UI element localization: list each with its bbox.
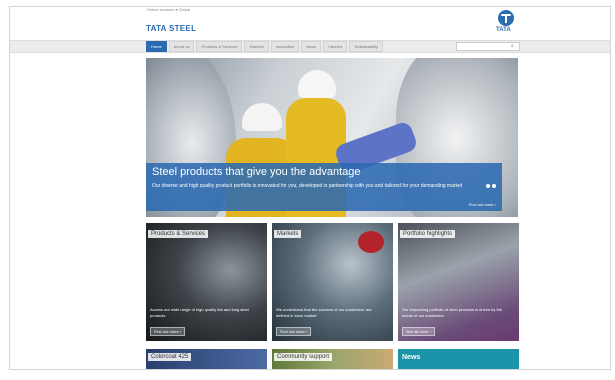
nav-item-careers[interactable]: Careers: [323, 41, 348, 52]
tata-logo-word: TATA: [496, 27, 511, 33]
tile-label: Community support: [274, 353, 333, 361]
tile-button[interactable]: Find out more ›: [276, 327, 312, 336]
tile-text: We understand that the success of our cu…: [276, 307, 372, 318]
tile-button[interactable]: Find out more ›: [150, 327, 186, 336]
tile-products-services[interactable]: Products & Services Access our wide rang…: [146, 223, 267, 341]
tata-logo-icon[interactable]: [498, 10, 514, 26]
search-icon[interactable]: ⌕: [511, 43, 514, 49]
tile-text: Our expanding portfolio of steel product…: [402, 307, 503, 318]
tile-label: Portfolio highlights: [400, 230, 456, 238]
nav-item-markets[interactable]: Markets: [244, 41, 269, 52]
top-links[interactable]: Online services ▾ Global: [147, 7, 190, 12]
tile-button[interactable]: See all more ›: [402, 327, 435, 336]
nav-item-news[interactable]: News: [301, 41, 322, 52]
browser-page: Online services ▾ Global TATA STEEL TATA…: [9, 6, 611, 370]
tile-news[interactable]: News: [398, 349, 519, 369]
tile-text: Access our wide range of high quality fl…: [150, 307, 249, 318]
car-image: [358, 231, 384, 253]
hero-caption: Steel products that give you the advanta…: [146, 163, 502, 211]
tile-portfolio-highlights[interactable]: Portfolio highlights Our expanding portf…: [398, 223, 519, 341]
hero-body: Our diverse and high quality product por…: [152, 183, 463, 189]
nav-item-products-services[interactable]: Products & Services: [196, 41, 243, 52]
tile-markets[interactable]: Markets We understand that the success o…: [272, 223, 393, 341]
hard-hat-image: [242, 103, 282, 131]
tile-colorcoat[interactable]: Colorcoat 425: [146, 349, 267, 369]
brand-logo[interactable]: TATA STEEL: [146, 24, 196, 33]
nav-item-about-us[interactable]: About us: [168, 41, 195, 52]
carousel-dots[interactable]: [486, 175, 498, 193]
nav-item-sustainability[interactable]: Sustainability: [349, 41, 384, 52]
hero-more-link[interactable]: Find out more ›: [469, 202, 496, 207]
hero-title: Steel products that give you the advanta…: [152, 166, 361, 178]
hard-hat-image: [298, 70, 336, 98]
tile-label: Markets: [274, 230, 302, 238]
nav-item-home[interactable]: Home: [146, 41, 167, 52]
tile-label: Products & Services: [148, 230, 209, 238]
nav-item-innovation[interactable]: Innovation: [270, 41, 300, 52]
tile-label: News: [402, 354, 421, 361]
main-nav: Home About us Products & Services Markets In…: [146, 41, 384, 52]
tile-label: Colorcoat 425: [148, 353, 192, 361]
tile-community-support[interactable]: Community support: [272, 349, 393, 369]
